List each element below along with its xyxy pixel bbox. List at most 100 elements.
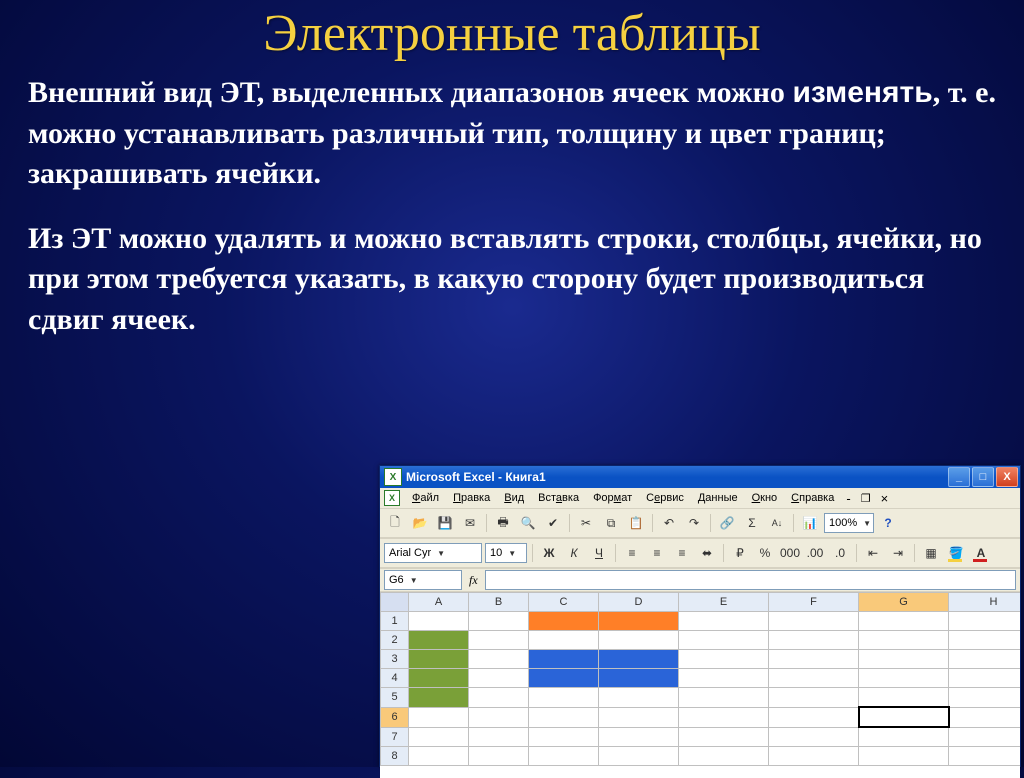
cell-C4[interactable] xyxy=(529,669,599,688)
row-header-1[interactable]: 1 xyxy=(381,612,409,631)
standard-toolbar: 🗋 📂 💾 ✉ 🖶 🔍 ✔ ✂ ⧉ 📋 ↶ ↷ 🔗 Σ A↓ 📊 100%▼ ? xyxy=(380,508,1020,538)
bold-icon[interactable]: Ж xyxy=(538,542,560,564)
paste-icon[interactable]: 📋 xyxy=(625,512,647,534)
preview-icon[interactable]: 🔍 xyxy=(517,512,539,534)
zoom-combo[interactable]: 100%▼ xyxy=(824,513,874,533)
cell-D1[interactable] xyxy=(599,612,679,631)
menu-insert[interactable]: Вставка xyxy=(532,490,585,506)
active-cell-G6[interactable] xyxy=(859,707,949,727)
col-header-D[interactable]: D xyxy=(599,593,679,612)
open-icon[interactable]: 📂 xyxy=(409,512,431,534)
cell-A4[interactable] xyxy=(409,669,469,688)
separator xyxy=(615,544,616,562)
slide-title: Электронные таблицы xyxy=(0,0,1024,63)
cell-D3[interactable] xyxy=(599,650,679,669)
separator xyxy=(793,514,794,532)
inc-decimal-icon[interactable]: .00 xyxy=(804,542,826,564)
workbook-icon[interactable]: X xyxy=(384,490,400,506)
print-icon[interactable]: 🖶 xyxy=(492,512,514,534)
titlebar[interactable]: X Microsoft Excel - Книга1 _ □ X xyxy=(380,466,1020,488)
percent-icon[interactable]: % xyxy=(754,542,776,564)
fillcolor-icon[interactable]: 🪣 xyxy=(945,542,967,564)
cell-C1[interactable] xyxy=(529,612,599,631)
name-box[interactable]: G6▼ xyxy=(384,570,462,590)
cell-D4[interactable] xyxy=(599,669,679,688)
menu-file[interactable]: Файл xyxy=(406,490,445,506)
select-all-corner[interactable] xyxy=(381,593,409,612)
fontcolor-icon[interactable]: A xyxy=(970,542,992,564)
comma-icon[interactable]: 000 xyxy=(779,542,801,564)
sort-asc-icon[interactable]: A↓ xyxy=(766,512,788,534)
chart-icon[interactable]: 📊 xyxy=(799,512,821,534)
link-icon[interactable]: 🔗 xyxy=(716,512,738,534)
italic-icon[interactable]: К xyxy=(563,542,585,564)
col-header-B[interactable]: B xyxy=(469,593,529,612)
borders-icon[interactable]: ▦ xyxy=(920,542,942,564)
menu-window[interactable]: Окно xyxy=(746,490,784,506)
align-left-icon[interactable]: ≡ xyxy=(621,542,643,564)
copy-icon[interactable]: ⧉ xyxy=(600,512,622,534)
inner-minimize[interactable]: - xyxy=(842,491,854,506)
separator xyxy=(652,514,653,532)
dec-decimal-icon[interactable]: .0 xyxy=(829,542,851,564)
help-icon[interactable]: ? xyxy=(877,512,899,534)
fx-icon[interactable]: fx xyxy=(465,573,482,588)
menu-format[interactable]: Формат xyxy=(587,490,638,506)
spellcheck-icon[interactable]: ✔ xyxy=(542,512,564,534)
formula-input[interactable] xyxy=(485,570,1016,590)
inner-restore[interactable]: ❐ xyxy=(857,492,875,505)
cell-A2[interactable] xyxy=(409,631,469,650)
cut-icon[interactable]: ✂ xyxy=(575,512,597,534)
row-header-5[interactable]: 5 xyxy=(381,688,409,708)
col-header-E[interactable]: E xyxy=(679,593,769,612)
row-header-7[interactable]: 7 xyxy=(381,727,409,747)
excel-icon: X xyxy=(384,468,402,486)
separator xyxy=(532,544,533,562)
slide-body: Внешний вид ЭТ, выделенных диапазонов яч… xyxy=(0,63,1024,340)
col-header-G[interactable]: G xyxy=(859,593,949,612)
undo-icon[interactable]: ↶ xyxy=(658,512,680,534)
separator xyxy=(710,514,711,532)
cell-A5[interactable] xyxy=(409,688,469,708)
merge-icon[interactable]: ⬌ xyxy=(696,542,718,564)
paragraph-1: Внешний вид ЭТ, выделенных диапазонов яч… xyxy=(28,73,996,195)
worksheet-grid[interactable]: A B C D E F G H 1 2 3 4 5 6 7 8 xyxy=(380,592,1020,778)
formatting-toolbar: Arial Cyr▼ 10▼ Ж К Ч ≡ ≡ ≡ ⬌ ₽ % 000 .00… xyxy=(380,538,1020,568)
row-header-8[interactable]: 8 xyxy=(381,747,409,766)
mail-icon[interactable]: ✉ xyxy=(459,512,481,534)
align-right-icon[interactable]: ≡ xyxy=(671,542,693,564)
row-header-2[interactable]: 2 xyxy=(381,631,409,650)
row-header-4[interactable]: 4 xyxy=(381,669,409,688)
menu-edit[interactable]: Правка xyxy=(447,490,496,506)
align-center-icon[interactable]: ≡ xyxy=(646,542,668,564)
col-header-H[interactable]: H xyxy=(949,593,1021,612)
minimize-button[interactable]: _ xyxy=(948,467,970,487)
menu-tools[interactable]: Сервис xyxy=(640,490,690,506)
indent-dec-icon[interactable]: ⇤ xyxy=(862,542,884,564)
autosum-icon[interactable]: Σ xyxy=(741,512,763,534)
separator xyxy=(486,514,487,532)
underline-icon[interactable]: Ч xyxy=(588,542,610,564)
save-icon[interactable]: 💾 xyxy=(434,512,456,534)
col-header-F[interactable]: F xyxy=(769,593,859,612)
close-button[interactable]: X xyxy=(996,467,1018,487)
menu-help[interactable]: Справка xyxy=(785,490,840,506)
fontsize-combo[interactable]: 10▼ xyxy=(485,543,527,563)
cell-A3[interactable] xyxy=(409,650,469,669)
excel-window: X Microsoft Excel - Книга1 _ □ X X Файл … xyxy=(379,465,1021,767)
col-header-C[interactable]: C xyxy=(529,593,599,612)
indent-inc-icon[interactable]: ⇥ xyxy=(887,542,909,564)
separator xyxy=(569,514,570,532)
maximize-button[interactable]: □ xyxy=(972,467,994,487)
cell-C3[interactable] xyxy=(529,650,599,669)
row-header-3[interactable]: 3 xyxy=(381,650,409,669)
menu-data[interactable]: Данные xyxy=(692,490,744,506)
currency-icon[interactable]: ₽ xyxy=(729,542,751,564)
row-header-6[interactable]: 6 xyxy=(381,707,409,727)
font-combo[interactable]: Arial Cyr▼ xyxy=(384,543,482,563)
redo-icon[interactable]: ↷ xyxy=(683,512,705,534)
inner-close[interactable]: × xyxy=(877,491,893,506)
new-icon[interactable]: 🗋 xyxy=(384,512,406,534)
menu-view[interactable]: Вид xyxy=(498,490,530,506)
col-header-A[interactable]: A xyxy=(409,593,469,612)
